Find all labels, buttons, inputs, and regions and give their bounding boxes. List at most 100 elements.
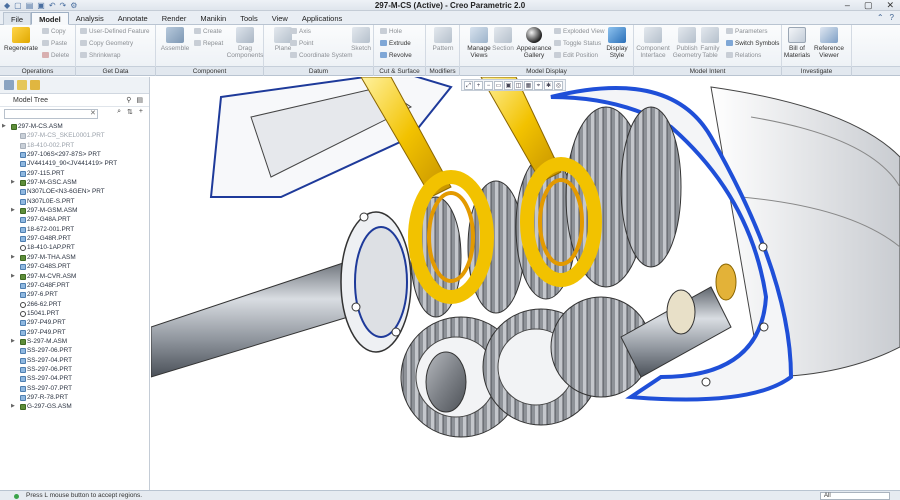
housing-body[interactable] [710,86,900,378]
edit-position-button[interactable]: Edit Position [554,51,598,61]
clear-search-icon[interactable]: ✕ [90,109,96,117]
model-tree-item[interactable]: 297-G48F.PRT [0,281,149,290]
group-label-component[interactable]: Component [156,67,264,76]
group-label-modifiers[interactable]: Modifiers [426,67,460,76]
tab-file[interactable]: File [3,12,32,25]
model-tree-item[interactable]: SS-297-06.PRT [0,346,149,355]
model-tree-item[interactable]: ▶ 297-M-GSM.ASM [0,206,149,215]
group-label-operations[interactable]: Operations [0,67,76,76]
folder-browser-tab-icon[interactable] [17,80,27,90]
model-tree-item[interactable]: 18-410-1AP.PRT [0,243,149,252]
section-button[interactable]: Section [488,27,518,52]
display-style-icon[interactable]: ▣ [504,81,513,90]
model-tree-item[interactable]: 297-G48R.PRT [0,234,149,243]
expand-icon[interactable]: ▶ [11,272,15,281]
model-tree-item[interactable]: 297-G48S.PRT [0,262,149,271]
user-defined-feature-button[interactable]: User-Defined Feature [80,27,150,37]
create-button[interactable]: Create [194,27,222,37]
zoom-out-icon[interactable]: − [484,81,493,90]
saved-orientations-icon[interactable]: ◫ [514,81,523,90]
model-tree-item[interactable]: SS-297-04.PRT [0,374,149,383]
group-label-model-display[interactable]: Model Display [460,67,634,76]
tab-model[interactable]: Model [31,12,69,25]
model-tree-item[interactable]: ▶ 297-M-THA.ASM [0,253,149,262]
show-menu-icon[interactable]: ▤ [136,94,143,107]
annotation-display-icon[interactable]: ◎ [554,81,563,90]
model-tree-item[interactable]: ▶ 297-M-CVR.ASM [0,272,149,281]
model-tree-item[interactable]: N307L0E-S.PRT [0,197,149,206]
zoom-in-icon[interactable]: + [474,81,483,90]
close-icon[interactable]: ✕ [886,0,894,10]
view-manager-icon[interactable]: ▦ [524,81,533,90]
model-tree-item[interactable]: 297-G48A.PRT [0,215,149,224]
upper-gear-train[interactable] [410,106,682,318]
drag-components-button[interactable]: Drag Components [226,27,264,59]
model-tree-item[interactable]: 18-410-002.PRT [0,141,149,150]
tree-settings-icon[interactable]: ⚲ [126,94,131,107]
model-tree-item[interactable]: N307LOE<N3-6GEN> PRT [0,187,149,196]
group-label-investigate[interactable]: Investigate [782,67,852,76]
model-tree-item[interactable]: 266-62.PRT [0,300,149,309]
tab-view[interactable]: View [265,12,295,25]
axis-button[interactable]: Axis [290,27,311,37]
group-label-cut-surface[interactable]: Cut & Surface [374,67,426,76]
coordinate-system-button[interactable]: Coordinate System [290,51,353,61]
gear[interactable] [620,106,682,268]
shaft-end-bushing[interactable] [715,263,737,301]
point-button[interactable]: Point [290,39,313,49]
tab-render[interactable]: Render [155,12,194,25]
model-tree-item[interactable]: SS-297-04.PRT [0,356,149,365]
model-tree-item[interactable]: 297-106S<297-87S> PRT [0,150,149,159]
repaint-icon[interactable]: ▭ [494,81,503,90]
model-tree-item[interactable]: 297-P49.PRT [0,318,149,327]
tab-annotate[interactable]: Annotate [111,12,155,25]
model-tree-item[interactable]: ▶ G-297-GS.ASM [0,402,149,411]
expand-icon[interactable]: ▶ [11,178,15,187]
model-tree-item[interactable]: ▶ S-297-M.ASM [0,337,149,346]
assemble-button[interactable]: Assemble [156,27,194,52]
model-tree-tab-icon[interactable] [4,80,14,90]
tab-analysis[interactable]: Analysis [69,12,111,25]
group-label-model-intent[interactable]: Model Intent [634,67,782,76]
expand-icon[interactable]: ▶ [2,122,6,131]
revolve-button[interactable]: Revolve [380,51,412,61]
toggle-status-button[interactable]: Toggle Status [554,39,601,49]
model-tree-item[interactable]: 15041.PRT [0,309,149,318]
gearbox-model[interactable] [151,77,900,490]
datum-display-icon[interactable]: ⌖ [534,81,543,90]
tab-applications[interactable]: Applications [295,12,349,25]
spin-center-icon[interactable]: ✱ [544,81,553,90]
maximize-icon[interactable]: ▢ [864,0,873,10]
regenerate-button[interactable]: Regenerate [2,27,40,52]
refit-icon[interactable]: ⤢ [464,81,473,90]
pattern-button[interactable]: Pattern [424,27,462,52]
expand-icon[interactable]: ▶ [11,337,15,346]
model-tree-item[interactable]: 18-672-001.PRT [0,225,149,234]
repeat-button[interactable]: Repeat [194,39,223,49]
delete-button[interactable]: Delete [42,51,69,61]
search-input[interactable] [4,109,98,119]
display-style-button[interactable]: Display Style [600,27,634,59]
model-tree-item[interactable]: ▶ 297-M-CS.ASM [0,122,149,131]
add-icon[interactable]: + [139,108,143,116]
expand-icon[interactable]: ▶ [11,253,15,262]
group-label-datum[interactable]: Datum [264,67,374,76]
model-tree-item[interactable]: SS-297-06.PRT [0,365,149,374]
model-tree-item[interactable]: JV441419_90<JV441419> PRT [0,159,149,168]
copy-button[interactable]: Copy [42,27,66,37]
minimize-ribbon-icon[interactable]: ⌃ [877,13,884,22]
relations-button[interactable]: Relations [726,51,761,61]
family-table-button[interactable]: Family Table [696,27,724,59]
hole-button[interactable]: Hole [380,27,402,37]
copy-geometry-button[interactable]: Copy Geometry [80,39,133,49]
model-tree-item[interactable]: SS-297-07.PRT [0,384,149,393]
graphics-window[interactable]: ⤢ + − ▭ ▣ ◫ ▦ ⌖ ✱ ◎ [151,77,900,490]
model-tree-item[interactable]: ▶ 297-M-GSC.ASM [0,178,149,187]
expand-icon[interactable]: ▶ [11,402,15,411]
component-interface-button[interactable]: Component Interface [634,27,672,59]
reference-viewer-button[interactable]: Reference Viewer [810,27,848,59]
shrinkwrap-button[interactable]: Shrinkwrap [80,51,121,61]
minimize-icon[interactable]: – [845,0,850,10]
paste-button[interactable]: Paste [42,39,67,49]
expand-icon[interactable]: ▶ [11,206,15,215]
